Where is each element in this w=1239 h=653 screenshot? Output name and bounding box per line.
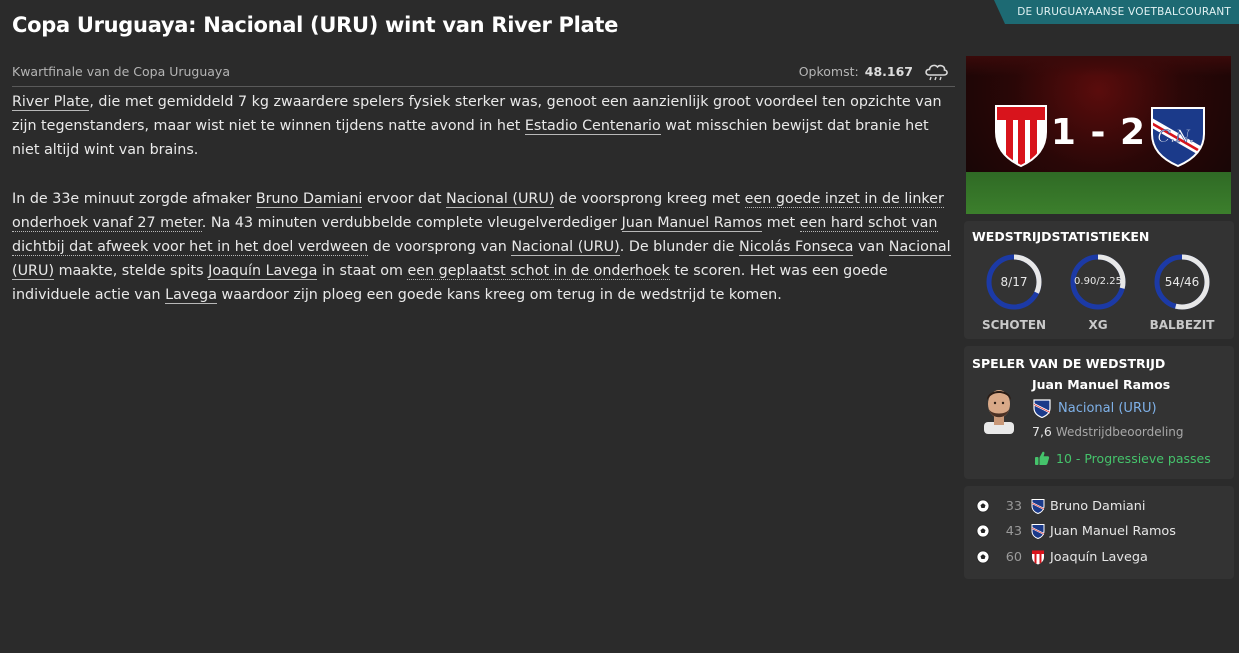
paragraph-text: in staat om (317, 263, 408, 280)
team-link-nacional[interactable]: Nacional (URU) (511, 239, 620, 257)
goal-minute: 60 (1005, 549, 1022, 565)
player-link-bruno-damiani[interactable]: Bruno Damiani (255, 190, 363, 208)
highlight-text: 10 - Progressieve passes (1056, 450, 1211, 466)
svg-text:C.N.: C.N. (1158, 127, 1195, 147)
goal-row[interactable]: 43 Juan Manuel Ramos (976, 521, 1176, 541)
stat-xg[interactable]: 0.90/2.25 XG (1063, 253, 1133, 332)
nacional-crest-icon[interactable]: C.N. (1148, 104, 1208, 172)
player-link-lavega[interactable]: Lavega (165, 287, 217, 305)
article-headline: Copa Uruguaya: Nacional (URU) wint van R… (12, 13, 619, 37)
article-paragraph: In de 33e minuut zorgde afmaker Bruno Da… (12, 187, 957, 308)
paragraph-text: ervoor dat (362, 190, 447, 207)
stadium-lights (966, 56, 1231, 76)
player-club-name[interactable]: Nacional (URU) (1058, 401, 1157, 416)
stadium-link[interactable]: Estadio Centenario (524, 118, 661, 136)
paragraph-text: . Na 43 minuten verdubbelde complete vle… (201, 214, 622, 231)
football-icon (976, 499, 990, 513)
paragraph-text: waardoor zijn ploeg een goede kans kreeg… (216, 287, 782, 304)
stat-ring: 54/46 (1153, 253, 1211, 311)
article-body: River Plate, die met gemiddeld 7 kg zwaa… (12, 90, 957, 332)
rating-value: 7,6 (1032, 424, 1052, 439)
goal-minute: 43 (1005, 523, 1022, 539)
goal-row[interactable]: 33 Bruno Damiani (976, 496, 1145, 516)
football-icon (976, 524, 990, 538)
attendance-label: Opkomst: (798, 64, 859, 79)
rating-label: Wedstrijdbeoordeling (1055, 425, 1184, 439)
stat-label: XG (1088, 318, 1108, 332)
paragraph-text: de voorsprong van (368, 239, 512, 256)
stat-value: 8/17 (1000, 275, 1028, 289)
away-goals: 2 (1120, 112, 1147, 153)
player-link-juan-manuel-ramos[interactable]: Juan Manuel Ramos (621, 214, 763, 232)
player-link-nicolas-fonseca[interactable]: Nicolás Fonseca (739, 239, 854, 257)
stat-ring: 0.90/2.25 (1069, 253, 1127, 311)
article-meta-row: Kwartfinale van de Copa Uruguaya Opkomst… (12, 57, 955, 87)
attendance-value: 48.167 (864, 64, 913, 79)
stat-value: 54/46 (1164, 275, 1200, 289)
thumbs-up-icon (1034, 450, 1050, 466)
player-rating: 7,6 Wedstrijdbeoordeling (1032, 424, 1184, 439)
nacional-crest-icon (1032, 398, 1052, 418)
team-link-nacional[interactable]: Nacional (URU) (446, 190, 555, 208)
paragraph-text: In de 33e minuut zorgde afmaker (12, 190, 256, 207)
player-name[interactable]: Juan Manuel Ramos (1032, 377, 1170, 392)
paragraph-text: met (762, 214, 800, 231)
goal-row[interactable]: 60 Joaquín Lavega (976, 547, 1148, 567)
attendance-info: Opkomst: 48.167 (799, 62, 955, 82)
rain-cloud-icon (923, 62, 949, 82)
goal-highlight-link[interactable]: een geplaatst schot in de onderhoek (407, 263, 670, 281)
paragraph-text: van (853, 239, 889, 256)
goal-scorer-name[interactable]: Juan Manuel Ramos (1050, 524, 1176, 539)
nacional-crest-icon (1030, 498, 1046, 515)
article-paragraph: River Plate, die met gemiddeld 7 kg zwaa… (12, 90, 957, 163)
match-score-card[interactable]: 1 - 2 C.N. (966, 56, 1231, 214)
goal-scorers-panel: 33 Bruno Damiani 43 Juan Manuel Ramos 60… (964, 486, 1234, 579)
river-plate-crest-icon (1030, 549, 1046, 565)
motm-title: SPELER VAN DE WEDSTRIJD (972, 356, 1166, 371)
nacional-crest-icon (1030, 523, 1046, 540)
team-link-river-plate[interactable]: River Plate (12, 94, 90, 111)
goal-minute: 33 (1005, 498, 1022, 514)
paragraph-text: . De blunder die (619, 239, 740, 256)
pitch-graphic (966, 172, 1231, 214)
stat-shots[interactable]: 8/17 SCHOTEN (979, 253, 1049, 332)
stat-value: 0.90/2.25 (1074, 276, 1122, 287)
player-highlight-stat: 10 - Progressieve passes (1034, 450, 1211, 466)
publication-tag: DE URUGUAYAANSE VOETBALCOURANT (994, 0, 1239, 24)
stat-ring: 8/17 (985, 253, 1043, 311)
stat-possession[interactable]: 54/46 BALBEZIT (1147, 253, 1217, 332)
home-goals: 1 (1050, 112, 1077, 153)
player-avatar[interactable] (978, 382, 1020, 434)
stat-label: SCHOTEN (981, 318, 1047, 332)
paragraph-text: de voorsprong kreeg met (554, 190, 745, 207)
match-statistics-panel: WEDSTRIJDSTATISTIEKEN 8/17 SCHOTEN 0.90/… (964, 221, 1234, 339)
competition-stage: Kwartfinale van de Copa Uruguaya (12, 64, 230, 79)
score-separator: - (1090, 112, 1107, 153)
paragraph-text: maakte, stelde spits (54, 263, 209, 280)
goal-scorer-name[interactable]: Bruno Damiani (1050, 499, 1145, 514)
football-icon (976, 550, 990, 564)
stat-label: BALBEZIT (1149, 318, 1215, 332)
stats-title: WEDSTRIJDSTATISTIEKEN (972, 229, 1150, 244)
player-of-the-match-panel: SPELER VAN DE WEDSTRIJD Juan Manuel Ramo… (964, 346, 1234, 479)
player-link-joaquin-lavega[interactable]: Joaquín Lavega (208, 263, 318, 281)
player-club[interactable]: Nacional (URU) (1032, 398, 1157, 418)
goal-scorer-name[interactable]: Joaquín Lavega (1050, 550, 1148, 565)
